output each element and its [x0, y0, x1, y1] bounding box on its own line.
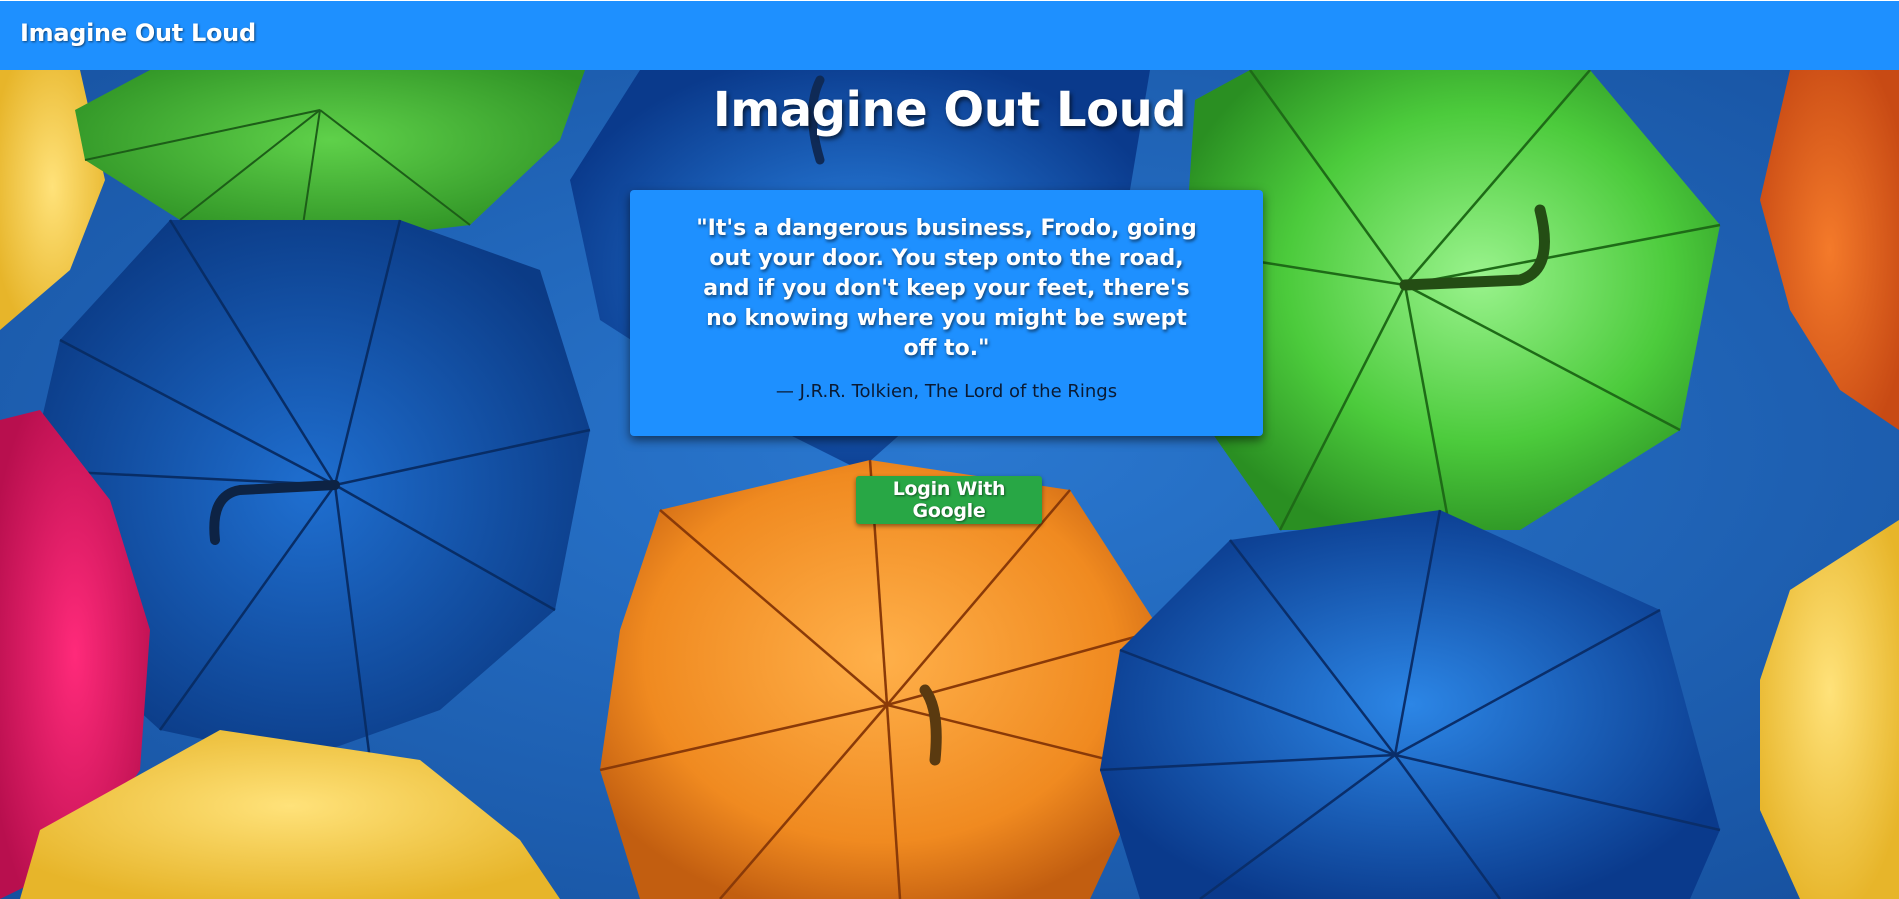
- navbar-brand[interactable]: Imagine Out Loud: [20, 19, 256, 47]
- quote-card: "It's a dangerous business, Frodo, going…: [630, 190, 1263, 436]
- page: Imagine Out Loud Imagine Out Loud "It's …: [0, 0, 1899, 899]
- page-title: Imagine Out Loud: [712, 82, 1187, 138]
- navbar: Imagine Out Loud: [0, 0, 1899, 70]
- login-with-google-button[interactable]: Login With Google: [856, 476, 1042, 524]
- quote-text: "It's a dangerous business, Frodo, going…: [696, 216, 1197, 361]
- quote-author: — J.R.R. Tolkien, The Lord of the Rings: [775, 381, 1118, 402]
